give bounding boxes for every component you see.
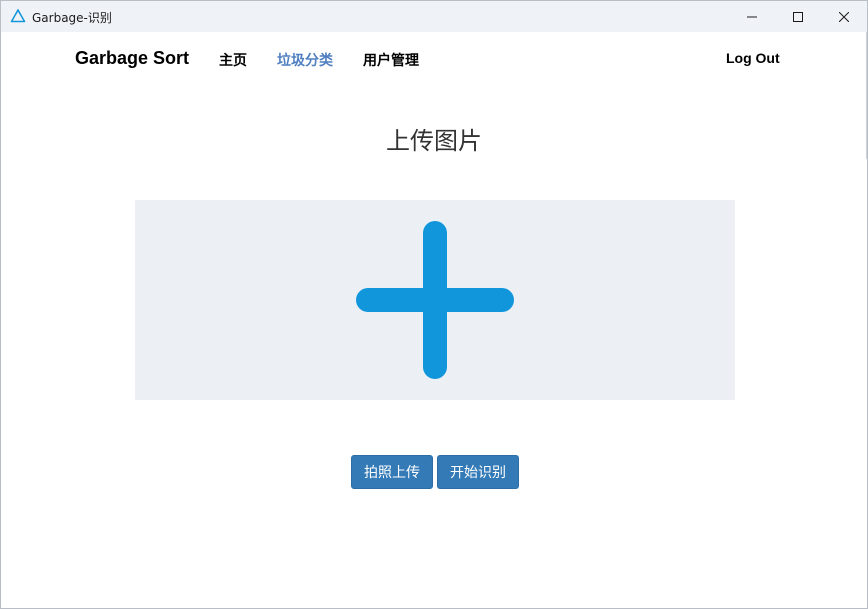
nav-link-user-management[interactable]: 用户管理	[363, 50, 419, 70]
photo-upload-button[interactable]: 拍照上传	[351, 455, 433, 489]
minimize-icon	[747, 16, 757, 17]
close-icon	[839, 11, 849, 22]
maximize-icon	[793, 11, 803, 22]
logout-link[interactable]: Log Out	[726, 50, 780, 66]
window-title: Garbage-识别	[32, 11, 112, 25]
title-bar[interactable]: Garbage-识别	[1, 1, 867, 32]
nav-link-garbage-sort[interactable]: 垃圾分类	[277, 50, 333, 70]
brand-link[interactable]: Garbage Sort	[75, 48, 189, 69]
nav-link-home[interactable]: 主页	[219, 50, 247, 70]
app-window: Garbage-识别 Garbage Sort 主页 垃圾分类 用户管理 Log…	[0, 0, 868, 609]
close-button[interactable]	[821, 1, 867, 32]
minimize-button[interactable]	[729, 1, 775, 32]
plus-icon-vertical-bar	[423, 221, 447, 379]
page-title: 上传图片	[386, 127, 482, 155]
start-recognition-button[interactable]: 开始识别	[437, 455, 519, 489]
image-upload-area[interactable]	[135, 200, 735, 400]
maximize-button[interactable]	[775, 1, 821, 32]
navbar: Garbage Sort 主页 垃圾分类 用户管理 Log Out	[1, 32, 867, 84]
recycle-triangle-icon	[10, 8, 26, 23]
